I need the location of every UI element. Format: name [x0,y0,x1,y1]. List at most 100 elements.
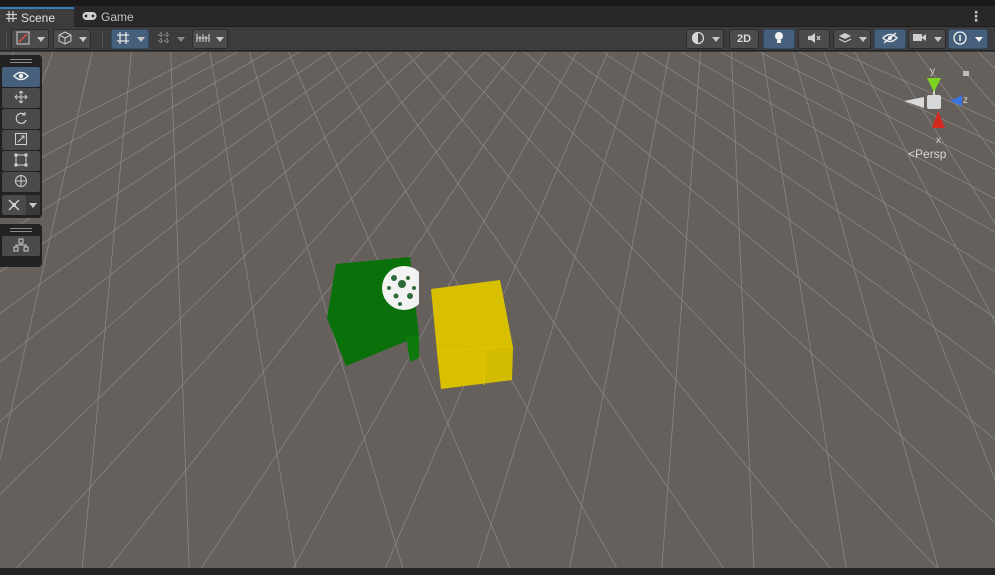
grid-line [523,52,995,441]
view-tool-button[interactable] [2,67,40,87]
grid-snap-icon [116,31,130,48]
grid-line [477,52,640,568]
tab-game-label: Game [101,10,134,24]
scale-tool-button[interactable] [2,130,40,150]
component-tools-panel [0,224,42,267]
scene-grid [0,52,995,568]
camera-settings-dropdown[interactable] [908,29,946,49]
shading-mode-dropdown[interactable] [53,29,91,49]
transform-all-icon [14,174,28,191]
toggle-2d-label: 2D [736,33,752,45]
axis-z-label: z [963,95,968,106]
grid-line [209,52,297,568]
toggle-2d-button[interactable]: 2D [729,29,759,49]
tab-scene-label: Scene [21,11,56,25]
gizmo-info-icon [953,30,967,48]
sphere-shading-icon [691,31,705,48]
grid-line [569,52,671,568]
axis-x-label: x [936,135,941,146]
neg-x-axis-cone[interactable] [904,97,924,108]
chevron-down-icon [29,202,37,208]
grid-visibility-dropdown[interactable] [192,29,228,49]
grid-line [641,52,995,273]
hierarchy-icon [13,238,29,255]
grid-line [730,52,755,568]
rotate-icon [14,111,28,128]
grid-line [81,52,132,568]
scene-visibility-toggle[interactable] [874,29,906,49]
transform-tool-button[interactable] [2,172,40,192]
yellow-cube[interactable] [431,280,513,389]
toolbar-grip [6,31,7,47]
panel-grip[interactable] [10,59,32,63]
lighting-toggle[interactable] [763,29,795,49]
cube-icon [58,30,72,48]
gizmo-center-cube[interactable] [927,95,941,109]
audio-toggle[interactable] [798,29,830,49]
toolbar-separator [102,31,103,47]
grid-line [661,52,701,568]
move-arrows-icon [14,90,28,107]
chevron-down-icon [975,36,983,42]
projection-label: Persp [915,147,947,161]
window-tab-bar: Scene Game ⋮ [0,0,995,27]
snap-increment-icon [157,31,171,48]
projection-toggle[interactable]: <Persp [908,147,946,161]
gamepad-icon [82,10,97,24]
more-options-icon[interactable]: ⋮ [969,9,983,23]
lock-icon[interactable] [963,71,969,76]
layers-icon [838,32,852,47]
grid-line [562,52,995,374]
eye-icon [13,70,29,84]
custom-tool-dropdown[interactable] [2,195,40,215]
rect-transform-icon [14,153,28,170]
video-camera-icon [912,32,927,46]
axis-y-label: y [930,66,935,77]
chevron-down-icon [858,36,867,42]
move-tool-button[interactable] [2,88,40,108]
grid-line [761,52,847,568]
chevron-down-icon [711,36,720,42]
transform-tools-panel [0,55,42,218]
custom-tools-icon [2,195,26,215]
speaker-muted-icon [807,32,821,47]
grid-line [170,52,190,568]
status-strip [0,568,995,575]
y-axis-cone[interactable] [927,78,941,92]
lightbulb-icon [773,31,785,48]
chevron-down-icon [78,36,87,42]
component-tool-button[interactable] [2,236,40,256]
grid-line [680,52,995,233]
ruler-icon [196,32,210,47]
panel-grip[interactable] [10,228,32,232]
eye-slash-icon [882,31,898,47]
z-axis-cone[interactable] [950,95,962,106]
grid-line [602,52,995,319]
draw-mode-dropdown[interactable] [11,29,49,49]
chevron-down-icon [933,36,942,42]
scene-toolbar: 2D [0,27,995,51]
grid-line [759,52,995,170]
grid-line [837,52,995,122]
shading-sphere-dropdown[interactable] [686,29,724,49]
chevron-down-icon [136,36,145,42]
hash-grid-icon [6,11,17,25]
grid-line [719,52,995,200]
rotate-tool-button[interactable] [2,109,40,129]
grid-line [484,52,995,524]
grid-snap-toggle[interactable] [111,29,149,49]
scene-viewport[interactable] [0,52,995,568]
custom-tools-caret[interactable] [26,195,40,215]
gizmos-dropdown[interactable] [948,29,988,49]
effects-dropdown[interactable] [833,29,871,49]
increment-snap-dropdown[interactable] [153,29,189,49]
chevron-down-icon [177,36,185,42]
rect-tool-button[interactable] [2,151,40,171]
grid-line [445,52,938,568]
x-axis-cone[interactable] [932,111,945,128]
scale-icon [14,132,28,149]
tab-game[interactable]: Game [76,7,140,27]
tab-scene[interactable]: Scene [0,7,74,27]
chevron-left-icon: < [908,147,916,161]
title-strip [0,0,995,6]
